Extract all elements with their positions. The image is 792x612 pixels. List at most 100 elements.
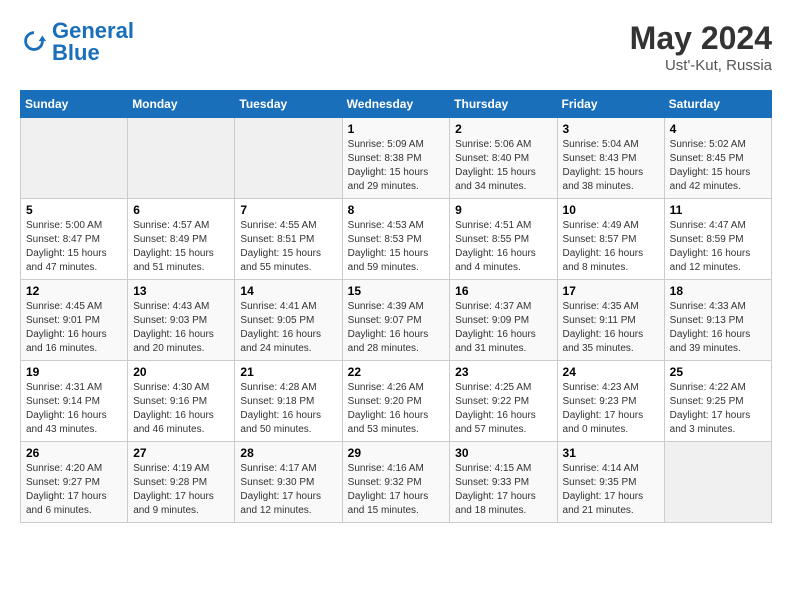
- table-row: 29 Sunrise: 4:16 AM Sunset: 9:32 PM Dayli…: [342, 442, 450, 523]
- day-number: 12: [26, 284, 122, 298]
- day-info: Sunrise: 4:30 AM Sunset: 9:16 PM Dayligh…: [133, 381, 229, 437]
- day-number: 6: [133, 203, 229, 217]
- table-row: 11 Sunrise: 4:47 AM Sunset: 8:59 PM Dayli…: [664, 199, 771, 280]
- day-number: 26: [26, 446, 122, 460]
- table-row: 27 Sunrise: 4:19 AM Sunset: 9:28 PM Dayli…: [128, 442, 235, 523]
- day-number: 17: [563, 284, 659, 298]
- day-info: Sunrise: 4:35 AM Sunset: 9:11 PM Dayligh…: [563, 300, 659, 356]
- table-row: 7 Sunrise: 4:55 AM Sunset: 8:51 PM Daylig…: [235, 199, 342, 280]
- day-number: 11: [670, 203, 766, 217]
- day-info: Sunrise: 5:02 AM Sunset: 8:45 PM Dayligh…: [670, 138, 766, 194]
- day-info: Sunrise: 5:06 AM Sunset: 8:40 PM Dayligh…: [455, 138, 551, 194]
- table-row: 19Sunrise: 4:31 AM Sunset: 9:14 PM Dayli…: [21, 361, 128, 442]
- title-block: May 2024 Ust'-Kut, Russia: [630, 20, 772, 74]
- day-info: Sunrise: 4:37 AM Sunset: 9:09 PM Dayligh…: [455, 300, 551, 356]
- table-row: 17 Sunrise: 4:35 AM Sunset: 9:11 PM Dayli…: [557, 280, 664, 361]
- day-info: Sunrise: 4:15 AM Sunset: 9:33 PM Dayligh…: [455, 462, 551, 518]
- calendar-header-row: Sunday Monday Tuesday Wednesday Thursday…: [21, 91, 772, 118]
- table-row: 25Sunrise: 4:22 AM Sunset: 9:25 PM Dayli…: [664, 361, 771, 442]
- table-row: 1Sunrise: 5:09 AM Sunset: 8:38 PM Daylig…: [342, 118, 450, 199]
- day-info: Sunrise: 4:49 AM Sunset: 8:57 PM Dayligh…: [563, 219, 659, 275]
- table-row: 8Sunrise: 4:53 AM Sunset: 8:53 PM Daylig…: [342, 199, 450, 280]
- table-row: 23 Sunrise: 4:25 AM Sunset: 9:22 PM Dayli…: [450, 361, 557, 442]
- calendar-week-row: 5 Sunrise: 5:00 AM Sunset: 8:47 PM Daylig…: [21, 199, 772, 280]
- day-info: Sunrise: 4:55 AM Sunset: 8:51 PM Dayligh…: [240, 219, 336, 275]
- table-row: 2 Sunrise: 5:06 AM Sunset: 8:40 PM Daylig…: [450, 118, 557, 199]
- day-info: Sunrise: 4:20 AM Sunset: 9:27 PM Dayligh…: [26, 462, 122, 518]
- table-row: 13 Sunrise: 4:43 AM Sunset: 9:03 PM Dayli…: [128, 280, 235, 361]
- day-number: 29: [348, 446, 445, 460]
- day-number: 23: [455, 365, 551, 379]
- month-year: May 2024: [630, 20, 772, 57]
- day-info: Sunrise: 4:14 AM Sunset: 9:35 PM Dayligh…: [563, 462, 659, 518]
- table-row: 16 Sunrise: 4:37 AM Sunset: 9:09 PM Dayli…: [450, 280, 557, 361]
- col-sunday: Sunday: [21, 91, 128, 118]
- day-info: Sunrise: 4:23 AM Sunset: 9:23 PM Dayligh…: [563, 381, 659, 437]
- table-row: [21, 118, 128, 199]
- day-info: Sunrise: 4:57 AM Sunset: 8:49 PM Dayligh…: [133, 219, 229, 275]
- day-number: 24: [563, 365, 659, 379]
- day-number: 5: [26, 203, 122, 217]
- table-row: 30Sunrise: 4:15 AM Sunset: 9:33 PM Dayli…: [450, 442, 557, 523]
- day-number: 7: [240, 203, 336, 217]
- day-number: 8: [348, 203, 445, 217]
- day-info: Sunrise: 4:33 AM Sunset: 9:13 PM Dayligh…: [670, 300, 766, 356]
- day-number: 21: [240, 365, 336, 379]
- day-number: 27: [133, 446, 229, 460]
- location: Ust'-Kut, Russia: [630, 57, 772, 74]
- table-row: [235, 118, 342, 199]
- logo: GeneralBlue: [20, 20, 134, 64]
- day-number: 22: [348, 365, 445, 379]
- day-number: 14: [240, 284, 336, 298]
- table-row: 9 Sunrise: 4:51 AM Sunset: 8:55 PM Daylig…: [450, 199, 557, 280]
- table-row: 14 Sunrise: 4:41 AM Sunset: 9:05 PM Dayli…: [235, 280, 342, 361]
- col-thursday: Thursday: [450, 91, 557, 118]
- logo-text: GeneralBlue: [52, 20, 134, 64]
- day-info: Sunrise: 4:41 AM Sunset: 9:05 PM Dayligh…: [240, 300, 336, 356]
- day-info: Sunrise: 4:51 AM Sunset: 8:55 PM Dayligh…: [455, 219, 551, 275]
- day-info: Sunrise: 5:04 AM Sunset: 8:43 PM Dayligh…: [563, 138, 659, 194]
- day-info: Sunrise: 4:39 AM Sunset: 9:07 PM Dayligh…: [348, 300, 445, 356]
- table-row: 26 Sunrise: 4:20 AM Sunset: 9:27 PM Dayli…: [21, 442, 128, 523]
- calendar-week-row: 19Sunrise: 4:31 AM Sunset: 9:14 PM Dayli…: [21, 361, 772, 442]
- day-info: Sunrise: 4:19 AM Sunset: 9:28 PM Dayligh…: [133, 462, 229, 518]
- table-row: 3 Sunrise: 5:04 AM Sunset: 8:43 PM Daylig…: [557, 118, 664, 199]
- calendar-week-row: 12Sunrise: 4:45 AM Sunset: 9:01 PM Dayli…: [21, 280, 772, 361]
- day-info: Sunrise: 4:43 AM Sunset: 9:03 PM Dayligh…: [133, 300, 229, 356]
- day-number: 9: [455, 203, 551, 217]
- table-row: 24 Sunrise: 4:23 AM Sunset: 9:23 PM Dayli…: [557, 361, 664, 442]
- day-number: 18: [670, 284, 766, 298]
- day-info: Sunrise: 4:26 AM Sunset: 9:20 PM Dayligh…: [348, 381, 445, 437]
- col-tuesday: Tuesday: [235, 91, 342, 118]
- table-row: 4 Sunrise: 5:02 AM Sunset: 8:45 PM Daylig…: [664, 118, 771, 199]
- day-number: 4: [670, 122, 766, 136]
- day-info: Sunrise: 4:28 AM Sunset: 9:18 PM Dayligh…: [240, 381, 336, 437]
- logo-icon: [20, 28, 48, 56]
- day-number: 10: [563, 203, 659, 217]
- col-friday: Friday: [557, 91, 664, 118]
- table-row: 28 Sunrise: 4:17 AM Sunset: 9:30 PM Dayli…: [235, 442, 342, 523]
- day-number: 2: [455, 122, 551, 136]
- day-number: 16: [455, 284, 551, 298]
- day-number: 28: [240, 446, 336, 460]
- day-info: Sunrise: 4:47 AM Sunset: 8:59 PM Dayligh…: [670, 219, 766, 275]
- day-info: Sunrise: 4:16 AM Sunset: 9:32 PM Dayligh…: [348, 462, 445, 518]
- day-number: 19: [26, 365, 122, 379]
- day-number: 25: [670, 365, 766, 379]
- day-number: 15: [348, 284, 445, 298]
- day-number: 20: [133, 365, 229, 379]
- day-number: 3: [563, 122, 659, 136]
- table-row: 6 Sunrise: 4:57 AM Sunset: 8:49 PM Daylig…: [128, 199, 235, 280]
- table-row: 21 Sunrise: 4:28 AM Sunset: 9:18 PM Dayli…: [235, 361, 342, 442]
- calendar-week-row: 26 Sunrise: 4:20 AM Sunset: 9:27 PM Dayli…: [21, 442, 772, 523]
- table-row: 12Sunrise: 4:45 AM Sunset: 9:01 PM Dayli…: [21, 280, 128, 361]
- table-row: [664, 442, 771, 523]
- calendar-table: Sunday Monday Tuesday Wednesday Thursday…: [20, 90, 772, 523]
- col-saturday: Saturday: [664, 91, 771, 118]
- table-row: 10 Sunrise: 4:49 AM Sunset: 8:57 PM Dayli…: [557, 199, 664, 280]
- day-number: 13: [133, 284, 229, 298]
- day-info: Sunrise: 4:25 AM Sunset: 9:22 PM Dayligh…: [455, 381, 551, 437]
- day-info: Sunrise: 4:17 AM Sunset: 9:30 PM Dayligh…: [240, 462, 336, 518]
- table-row: [128, 118, 235, 199]
- day-info: Sunrise: 5:00 AM Sunset: 8:47 PM Dayligh…: [26, 219, 122, 275]
